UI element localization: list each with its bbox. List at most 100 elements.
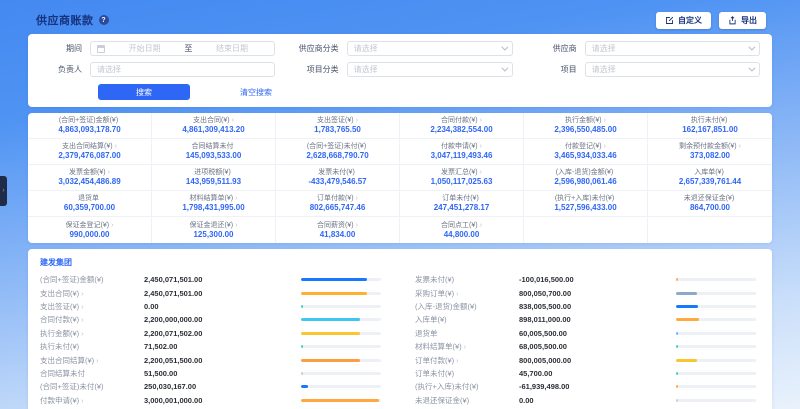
help-icon[interactable]: ? [99,15,109,25]
export-icon [728,16,737,25]
stat-card[interactable]: 入库单(¥) 2,657,339,761.44 [648,165,772,191]
date-range-input[interactable]: 开始日期 至 结束日期 [90,41,275,56]
stat-card[interactable]: 执行金额(¥) › 2,396,550,485.00 [524,113,648,139]
account-row-label: 订单付款(¥) [415,355,454,366]
progress-bar-fill [676,372,678,375]
account-row[interactable]: 退货单 60,005,500.00 [415,327,760,340]
progress-bar [676,332,756,335]
owner-label: 负责人 [32,64,90,75]
stat-card[interactable] [648,217,772,243]
account-row-label: (合同+签证)未付(¥) [40,381,104,392]
stat-value: 864,700.00 [690,204,730,212]
stat-card[interactable]: (合同+签证)未付(¥) 2,628,668,790.70 [276,139,400,165]
account-row[interactable]: 采购订单(¥) › 800,050,700.00 [415,286,760,299]
stat-card[interactable]: 进项税额(¥) 143,959,511.93 [152,165,276,191]
project-category-select[interactable]: 请选择 [347,62,513,77]
group-detail-panel: 建发集团 (合同+签证)金额(¥) 2,450,071,501.00 支出合同(… [28,249,772,409]
search-button[interactable]: 搜索 [98,84,190,100]
owner-select[interactable]: 请选择 [90,62,275,77]
account-row[interactable]: 未退还保证金(¥) 0.00 [415,394,760,407]
stat-label: (合同+签证)未付(¥) [307,143,366,150]
stat-label: 剩余预付款金额(¥) [679,143,737,150]
stat-card[interactable]: 支出签证(¥) › 1,783,765.50 [276,113,400,139]
account-row[interactable]: 执行金额(¥) › 2,200,071,502.00 [40,327,385,340]
account-row[interactable]: (合同+签证)金额(¥) 2,450,071,501.00 [40,273,385,286]
chevron-right-icon: › [81,302,84,311]
stat-card[interactable]: 材料结算单(¥) › 1,798,431,995.00 [152,191,276,217]
export-label: 导出 [741,15,757,26]
chevron-right-icon: › [235,195,237,202]
export-button[interactable]: 导出 [719,12,766,29]
supplier-select[interactable]: 请选择 [585,41,760,56]
stat-card[interactable]: 未退还保证金(¥) 864,700.00 [648,191,772,217]
stat-card[interactable]: 执行未付(¥) 162,167,851.00 [648,113,772,139]
account-row[interactable]: 入库单(¥) 898,011,000.00 [415,313,760,326]
account-row-value: -100,016,500.00 [519,275,676,284]
stat-card[interactable]: (执行+入库)未付(¥) 1,527,596,433.00 [524,191,648,217]
filter-panel: 期间 开始日期 至 结束日期 供应商分类 请选择 供应商 请选择 [28,34,772,107]
progress-bar-fill [301,385,308,388]
stat-label: 执行金额(¥) [565,117,602,124]
account-row[interactable]: (入库-退货)金额(¥) 838,005,500.00 [415,300,760,313]
account-row-value: 60,005,500.00 [519,329,676,338]
chevron-down-icon [501,44,508,51]
side-drawer-handle[interactable]: › [0,176,7,206]
stat-card[interactable]: 支出合同结算(¥) › 2,379,476,087.00 [28,139,152,165]
stat-card[interactable]: (入库-退货)金额(¥) 2,596,980,061.46 [524,165,648,191]
stat-card[interactable]: 发票未付(¥) -433,479,546.57 [276,165,400,191]
stat-card[interactable]: 付款登记(¥) › 3,465,934,033.46 [524,139,648,165]
account-row-value: 0.00 [144,302,301,311]
stat-card[interactable]: 保证金登记(¥) › 990,000.00 [28,217,152,243]
stat-card[interactable]: 保证金退还(¥) › 125,300.00 [152,217,276,243]
account-row-label: 订单未付(¥) [415,368,454,379]
select-placeholder: 请选择 [592,43,744,54]
account-row[interactable]: 执行未付(¥) 71,502.00 [40,340,385,353]
account-row[interactable]: (执行+入库)未付(¥) -61,939,498.00 [415,380,760,393]
chevron-right-icon: › [356,222,358,229]
progress-bar [301,318,381,321]
stat-card[interactable]: 发票汇总(¥) › 1,050,117,025.63 [400,165,524,191]
stat-card[interactable]: 合同薪资(¥) › 41,834.00 [276,217,400,243]
account-row-value: 0.00 [519,396,676,405]
progress-bar [676,318,756,321]
progress-bar [301,345,381,348]
account-row-label: 执行金额(¥) [40,328,79,339]
account-row[interactable]: 合同结算未付 51,500.00 [40,367,385,380]
account-row[interactable]: 支出合同结算(¥) › 2,200,051,500.00 [40,353,385,366]
account-row[interactable]: 合同付款(¥) › 2,200,000,000.00 [40,313,385,326]
account-row[interactable]: 材料结算单(¥) › 68,005,500.00 [415,340,760,353]
progress-bar [676,359,756,362]
stat-value: 125,300.00 [193,231,233,239]
stat-card[interactable]: 合同结算未付 145,093,533.00 [152,139,276,165]
stat-card[interactable]: 退货单 60,359,700.00 [28,191,152,217]
account-row-label: 材料结算单(¥) [415,341,462,352]
stat-card[interactable] [524,217,648,243]
stat-card[interactable]: 合同付款(¥) › 2,234,382,554.00 [400,113,524,139]
clear-search-link[interactable]: 清空搜索 [240,87,272,98]
chevron-right-icon: › [81,329,84,338]
account-row-value: 51,500.00 [144,369,301,378]
account-row[interactable]: 发票未付(¥) -100,016,500.00 [415,273,760,286]
project-select[interactable]: 请选择 [585,62,760,77]
group-name-link[interactable]: 建发集团 [40,257,760,268]
stat-value: 41,834.00 [320,231,356,239]
stat-card[interactable]: 合同点工(¥) › 44,800.00 [400,217,524,243]
supplier-category-select[interactable]: 请选择 [347,41,513,56]
customize-button[interactable]: 自定义 [656,12,711,29]
stat-card[interactable]: 支出合同(¥) › 4,861,309,413.20 [152,113,276,139]
stat-card[interactable]: 剩余预付款金额(¥) › 373,082.00 [648,139,772,165]
account-row[interactable]: 支出签证(¥) › 0.00 [40,300,385,313]
account-row[interactable]: (合同+签证)未付(¥) 250,030,167.00 [40,380,385,393]
stat-card[interactable]: 发票金额(¥) › 3,032,454,486.89 [28,165,152,191]
account-row[interactable]: 付款申请(¥) › 3,000,001,000.00 [40,394,385,407]
stat-card[interactable]: 订单未付(¥) 247,451,278.17 [400,191,524,217]
stat-card[interactable]: 订单付款(¥) › 802,665,747.46 [276,191,400,217]
account-row[interactable]: 支出合同(¥) › 2,450,071,501.00 [40,286,385,299]
stat-card[interactable]: 付款申请(¥) › 3,047,119,493.46 [400,139,524,165]
account-row[interactable]: 订单未付(¥) 45,700.00 [415,367,760,380]
stat-value: 4,863,093,178.70 [58,126,120,134]
stat-card[interactable]: (合同+签证)金额(¥) 4,863,093,178.70 [28,113,152,139]
chevron-right-icon: › [356,117,358,124]
account-row[interactable]: 订单付款(¥) › 800,005,000.00 [415,353,760,366]
stat-value: 162,167,851.00 [682,126,738,134]
